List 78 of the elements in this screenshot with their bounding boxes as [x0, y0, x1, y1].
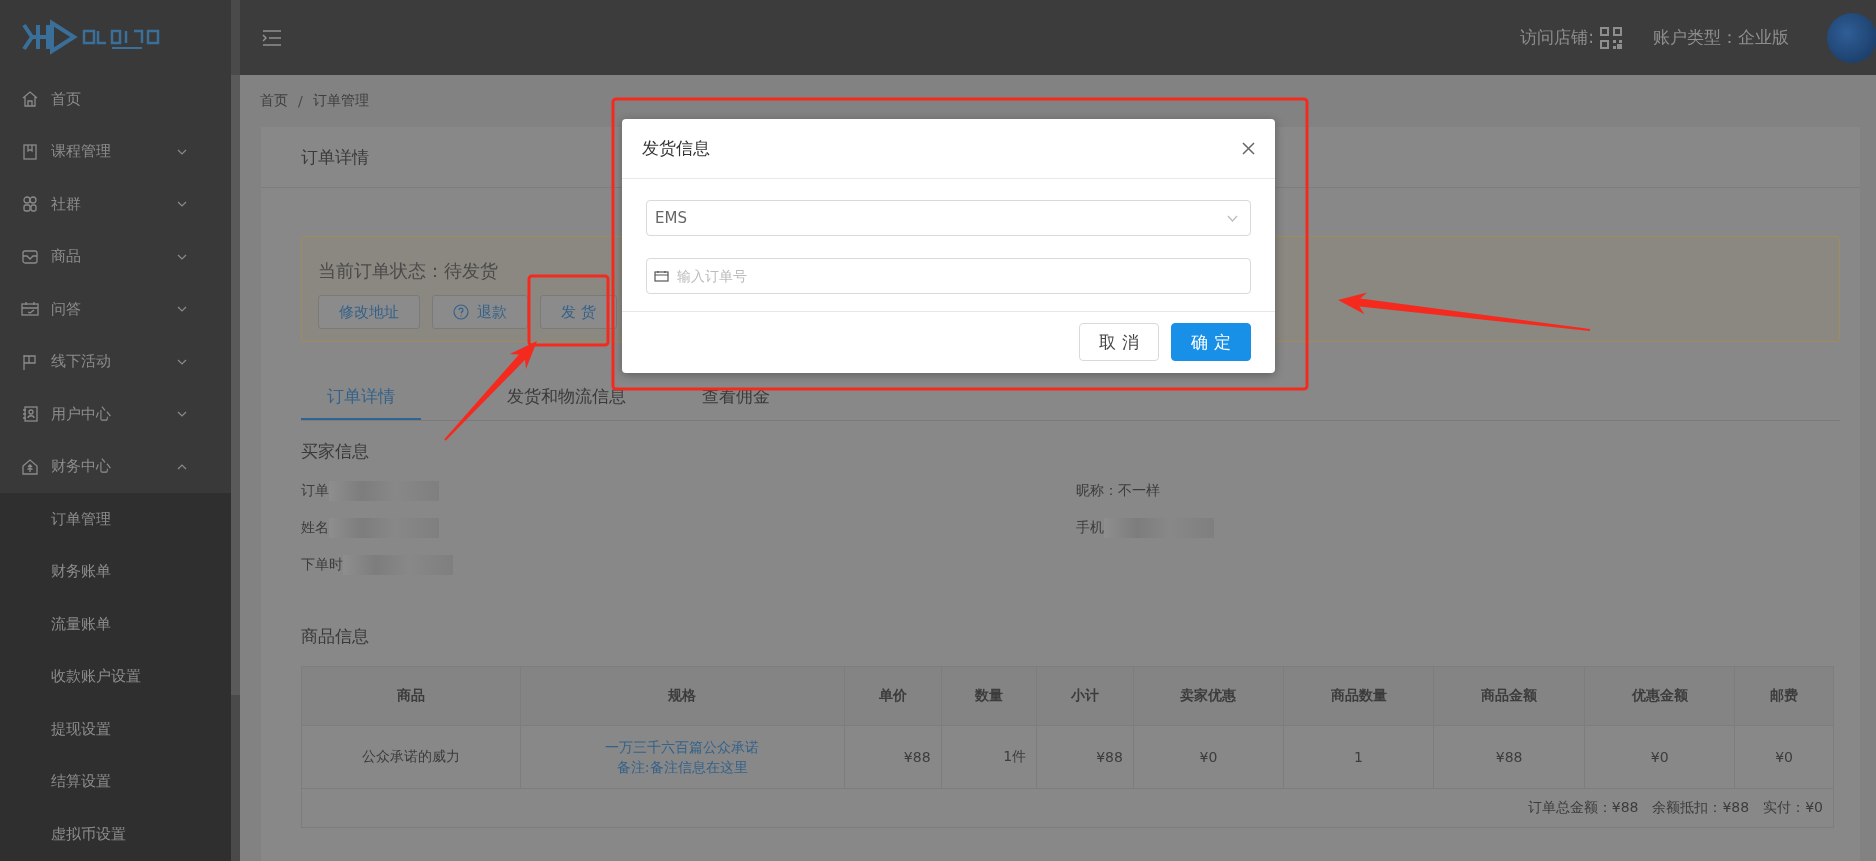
submenu-item[interactable]: 虚拟币设置	[0, 808, 126, 861]
qr-code-icon[interactable]	[1600, 26, 1622, 49]
breadcrumb-separator: /	[298, 93, 303, 109]
table-cell: ¥88	[844, 725, 942, 789]
cancel-button[interactable]: 取 消	[1079, 323, 1159, 361]
order-summary: 订单总金额：¥88 余额抵扣：¥88 实付：¥0	[301, 788, 1834, 828]
table-cell: 公众承诺的威力	[301, 725, 521, 789]
calendar-icon	[21, 300, 39, 319]
submenu-item[interactable]: 收款账户设置	[0, 650, 141, 703]
scrollbar-thumb[interactable]	[231, 75, 240, 695]
table-cell: ¥88	[1433, 725, 1585, 789]
sidebar-item[interactable]: 线下活动	[0, 335, 205, 388]
field-label: 订单	[301, 482, 329, 500]
tab[interactable]: 发货和物流信息	[491, 376, 641, 420]
dialog-title: 发货信息	[642, 137, 710, 160]
shop-label: 访问店铺:	[1520, 26, 1594, 49]
submenu-item[interactable]: 提现设置	[0, 703, 111, 756]
column-header: 商品	[301, 666, 521, 726]
submenu-item[interactable]: 流量账单	[0, 598, 111, 651]
field-label: 下单时	[301, 556, 343, 574]
sidebar-item[interactable]: 问答	[0, 283, 205, 336]
spec-link[interactable]: 备注:备注信息在这里	[521, 757, 843, 777]
submenu-item[interactable]: 财务账单	[0, 545, 111, 598]
tab[interactable]: 订单详情	[301, 376, 421, 420]
section-title: 商品信息	[301, 625, 370, 648]
order-status: 当前订单状态：待发货	[318, 259, 498, 283]
sidebar-item[interactable]: 课程管理	[0, 125, 205, 178]
courier-select[interactable]: EMS	[646, 200, 1251, 236]
sidebar-item[interactable]: 用户中心	[0, 388, 205, 441]
help-icon	[453, 304, 469, 320]
column-header: 卖家优惠	[1133, 666, 1284, 726]
sidebar-item[interactable]: 商品	[0, 230, 205, 283]
avatar[interactable]	[1827, 12, 1876, 63]
field-label: 手机	[1076, 519, 1104, 537]
sidebar-item[interactable]: 社群	[0, 178, 205, 231]
card-title: 订单详情	[301, 145, 369, 169]
column-header: 小计	[1036, 666, 1134, 726]
table-cell: ¥0	[1133, 725, 1284, 789]
sidebar-item[interactable]: 首页	[0, 73, 205, 126]
home-icon	[21, 90, 39, 109]
menu-icon[interactable]	[262, 29, 282, 46]
column-header: 优惠金额	[1584, 666, 1735, 726]
submenu-item[interactable]: 订单管理	[0, 493, 111, 546]
column-header: 规格	[520, 666, 845, 726]
action-button[interactable]: 发 货	[540, 295, 617, 329]
spec-link[interactable]: 一万三千六百篇公众承诺	[521, 737, 843, 757]
field-label: 昵称：不一样	[1076, 482, 1160, 500]
table-cell: 1件	[941, 725, 1037, 789]
breadcrumb-item: 订单管理	[312, 92, 369, 110]
table-cell: ¥0	[1734, 725, 1834, 789]
action-button[interactable]: 退款	[432, 295, 528, 329]
group-icon	[21, 195, 39, 214]
column-header: 单价	[844, 666, 942, 726]
breadcrumb-item[interactable]: 首页	[260, 92, 288, 110]
tracking-number-field[interactable]: 输入订单号	[646, 258, 1251, 294]
column-header: 商品金额	[1433, 666, 1585, 726]
sidebar-item[interactable]: 财务中心	[0, 440, 205, 493]
column-header: 商品数量	[1283, 666, 1434, 726]
house-money-icon	[21, 457, 39, 476]
column-header: 数量	[941, 666, 1037, 726]
submenu-item[interactable]: 结算设置	[0, 755, 111, 808]
confirm-button[interactable]: 确 定	[1171, 323, 1251, 361]
action-button[interactable]: 修改地址	[318, 295, 420, 329]
contact-icon	[21, 405, 39, 424]
caret-icon	[1227, 214, 1238, 222]
table-cell: ¥88	[1036, 725, 1134, 789]
flag-icon	[21, 352, 39, 371]
close-icon[interactable]	[1242, 142, 1255, 155]
section-title: 买家信息	[301, 440, 370, 463]
account-type: 账户类型：企业版	[1653, 26, 1789, 49]
field-label: 姓名	[301, 519, 329, 537]
book-icon	[21, 142, 39, 161]
inbox-icon	[21, 247, 39, 266]
card-icon	[654, 270, 669, 282]
table-cell: 1	[1283, 725, 1434, 789]
table-cell: ¥0	[1584, 725, 1735, 789]
scrollbar[interactable]	[231, 0, 240, 861]
column-header: 邮费	[1734, 666, 1834, 726]
